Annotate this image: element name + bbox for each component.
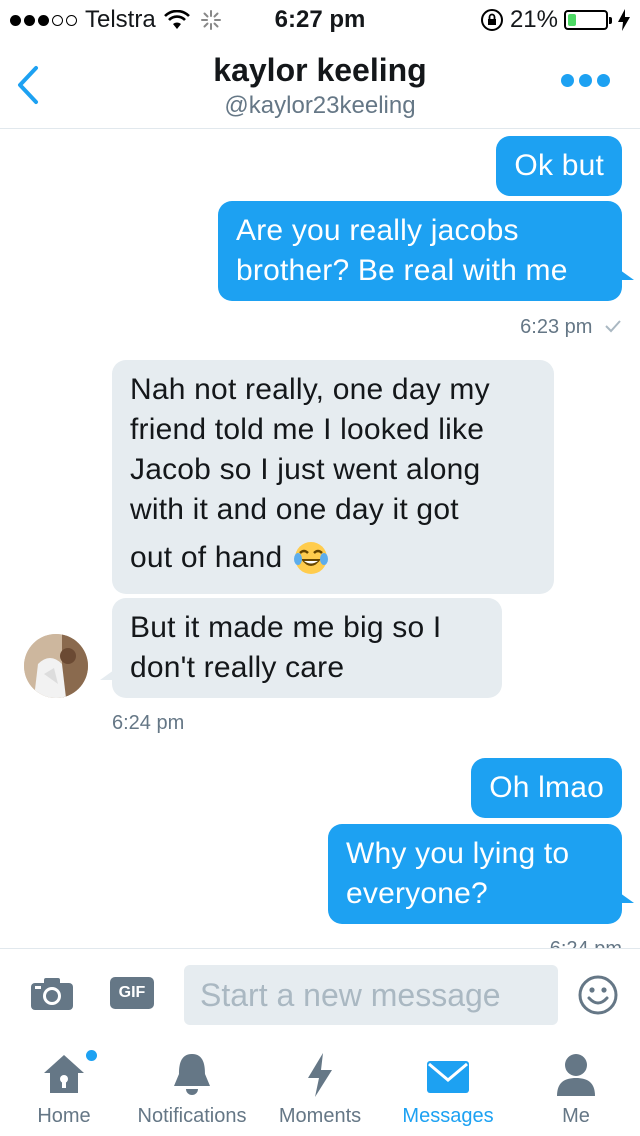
message-bubble-outgoing[interactable]: Why you lying to everyone?	[328, 824, 622, 924]
bell-icon	[174, 1054, 210, 1095]
tab-messages[interactable]: Messages	[390, 1040, 506, 1136]
bottom-tab-bar: Home Notifications Moments Messages Me	[0, 1040, 640, 1136]
status-bar: Telstra 6:27 pm 21%	[0, 0, 640, 40]
message-line: Why you lying to	[346, 837, 570, 870]
camera-icon[interactable]	[30, 977, 74, 1011]
message-line: everyone?	[346, 877, 488, 910]
home-icon	[44, 1055, 84, 1093]
conversation-header: kaylor keeling @kaylor23keeling	[0, 40, 640, 129]
person-icon	[557, 1054, 595, 1096]
message-line: Nah not really, one day my	[130, 373, 490, 406]
lightning-icon	[308, 1053, 332, 1097]
battery-icon	[564, 10, 612, 30]
message-line: But it made me big so I	[130, 611, 442, 644]
tab-home[interactable]: Home	[16, 1040, 112, 1136]
message-timestamp: 6:24 pm	[550, 938, 622, 948]
bubble-tail	[620, 893, 634, 903]
home-notification-badge	[86, 1050, 97, 1061]
tab-label: Me	[562, 1105, 590, 1127]
message-input[interactable]	[184, 965, 558, 1025]
bubble-tail	[100, 670, 114, 680]
message-timestamp: 6:24 pm	[112, 712, 185, 734]
message-bubble-outgoing[interactable]: Ok but	[496, 136, 622, 196]
tab-label: Moments	[278, 1105, 362, 1127]
tab-label: Messages	[402, 1105, 494, 1127]
tab-notifications[interactable]: Notifications	[128, 1040, 256, 1136]
message-line: friend told me I looked like	[130, 413, 485, 446]
message-bubble-incoming[interactable]: But it made me big so I don't really car…	[112, 598, 502, 698]
status-right: 21%	[480, 6, 630, 34]
battery-percent: 21%	[509, 6, 558, 33]
message-line: Jacob so I just went along	[130, 453, 481, 486]
message-bubble-incoming[interactable]: Nah not really, one day my friend told m…	[112, 360, 554, 594]
envelope-icon	[427, 1061, 469, 1093]
message-bubble-outgoing[interactable]: Oh lmao	[471, 758, 622, 818]
charging-bolt-icon	[618, 9, 630, 31]
message-line: with it and one day it got	[130, 493, 459, 526]
more-options-icon[interactable]	[561, 74, 610, 87]
message-line: don't really care	[130, 651, 345, 684]
message-timestamp: 6:23 pm	[520, 316, 622, 339]
conversation-title[interactable]: kaylor keeling	[0, 52, 640, 89]
read-check-icon	[605, 320, 621, 333]
gif-button[interactable]: GIF	[110, 977, 154, 1009]
tab-me[interactable]: Me	[534, 1040, 618, 1136]
emoji-icon[interactable]	[578, 975, 618, 1015]
laughing-tears-emoji-icon	[294, 542, 329, 574]
message-line: Oh lmao	[489, 771, 604, 804]
tab-moments[interactable]: Moments	[268, 1040, 372, 1136]
message-line: out of hand	[130, 541, 283, 574]
message-line: Ok but	[514, 149, 604, 182]
message-bubble-outgoing[interactable]: Are you really jacobs brother? Be real w…	[218, 201, 622, 301]
message-line: Are you really jacobs	[236, 214, 519, 247]
conversation-handle[interactable]: @kaylor23keeling	[0, 92, 640, 120]
message-composer: GIF	[0, 948, 640, 1041]
orientation-lock-icon	[480, 9, 503, 31]
message-line: brother? Be real with me	[236, 254, 568, 287]
sender-avatar[interactable]	[24, 634, 88, 698]
bubble-tail	[620, 270, 634, 280]
tab-label: Notifications	[137, 1105, 247, 1127]
tab-label: Home	[37, 1105, 91, 1127]
